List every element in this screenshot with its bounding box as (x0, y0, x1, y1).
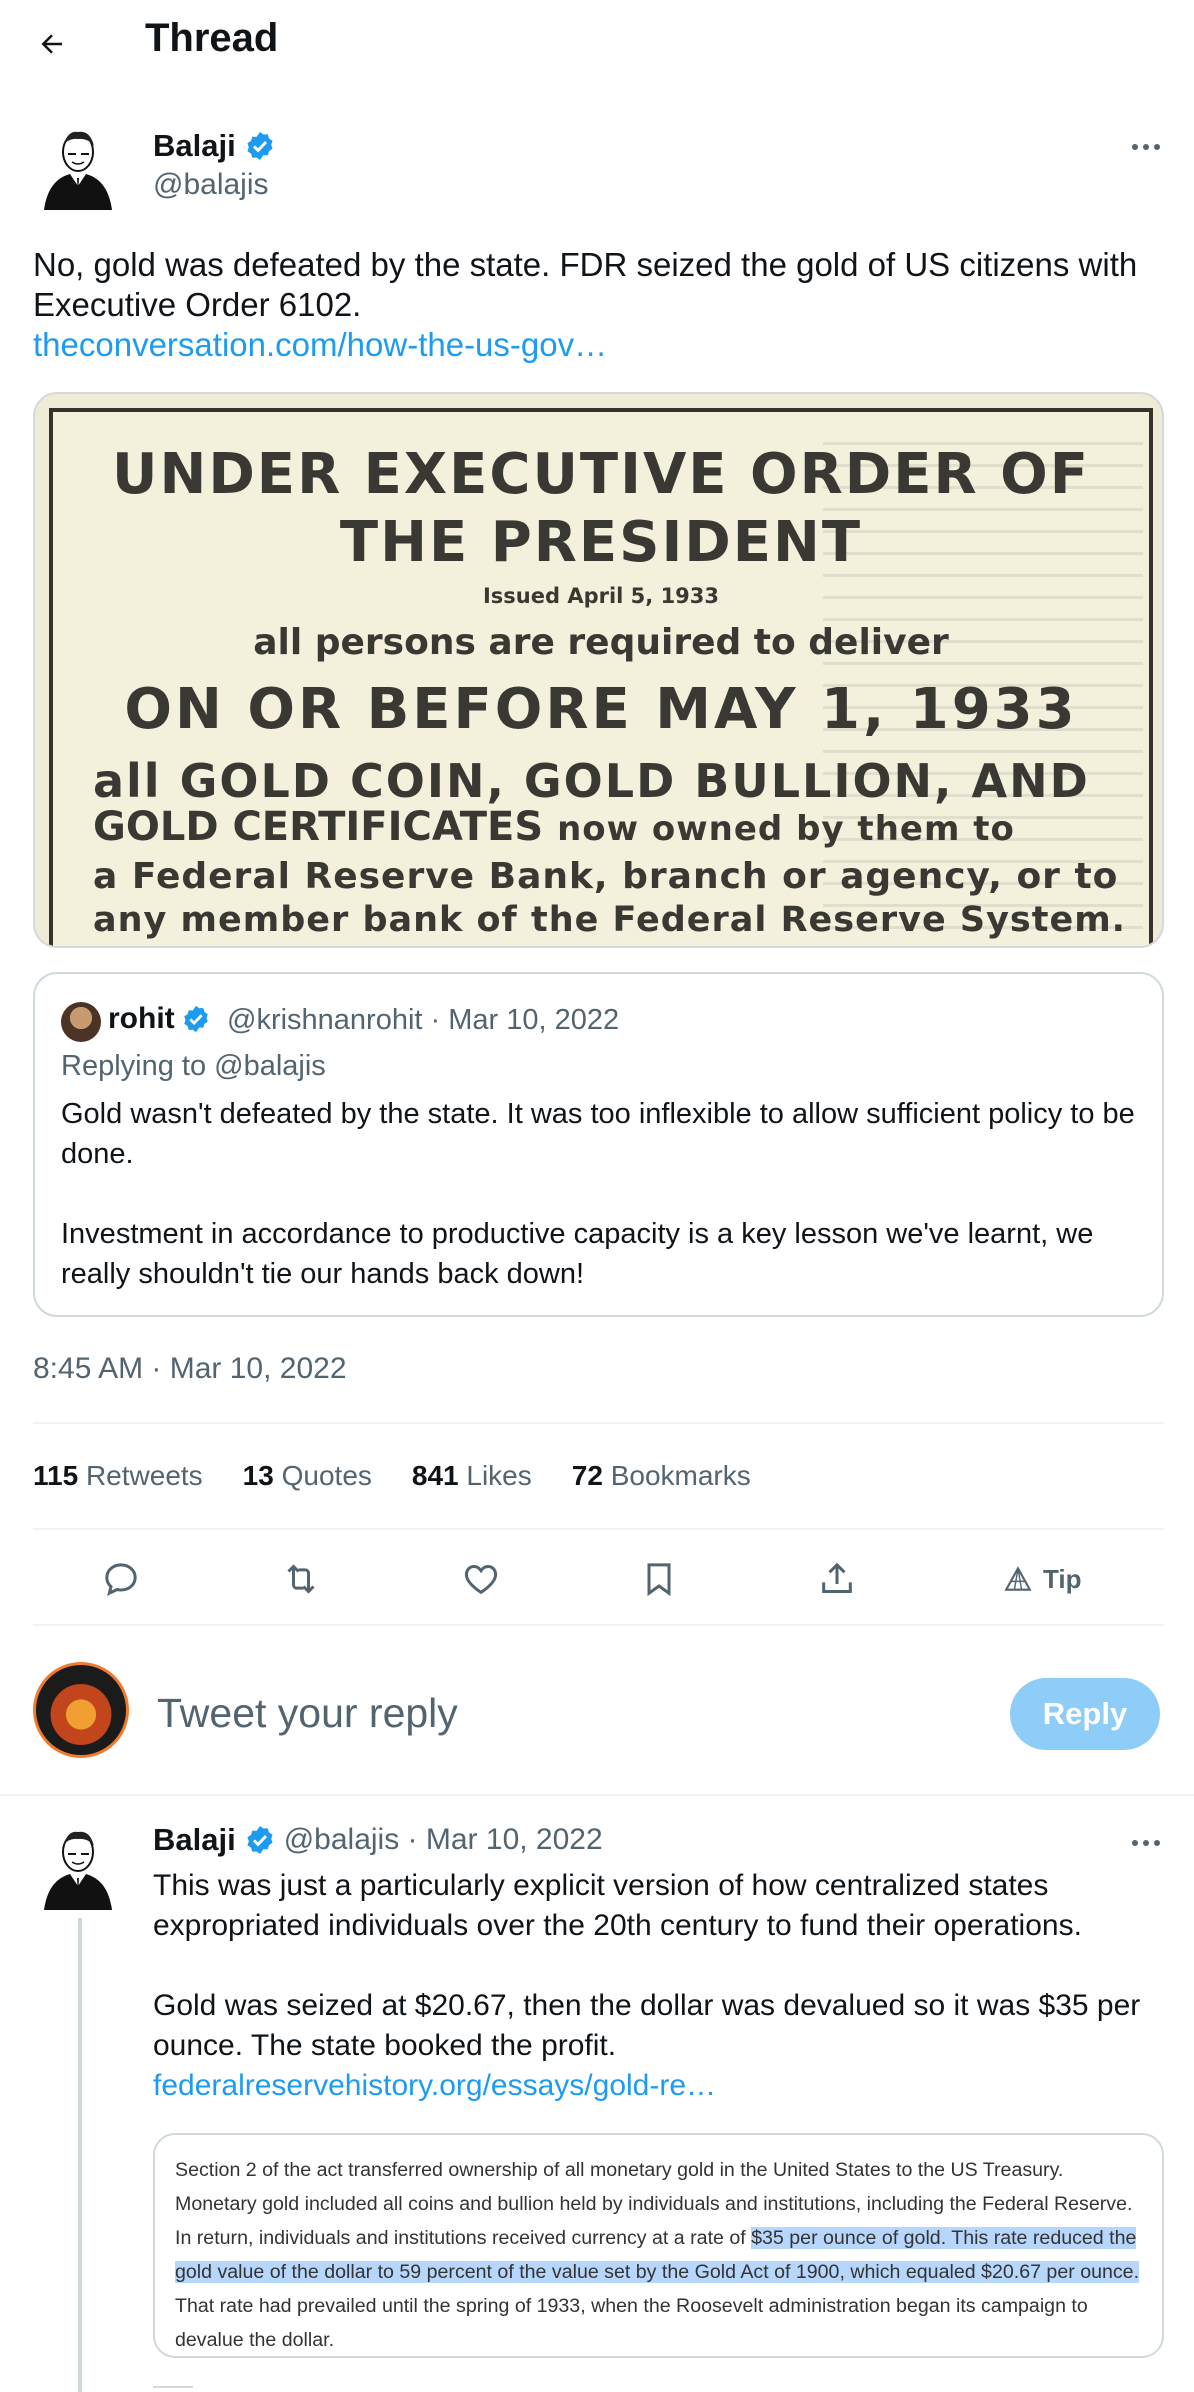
reply-image-excerpt[interactable]: Section 2 of the act transferred ownersh… (153, 2133, 1164, 2358)
quote-paragraph: Gold wasn't defeated by the state. It wa… (61, 1098, 1135, 1170)
retweets-label: Retweets (85, 1460, 203, 1491)
image-line: ON OR BEFORE MAY 1, 1933 (124, 677, 1078, 742)
reply-input[interactable]: Tweet your reply (157, 1690, 458, 1737)
verified-badge-icon (247, 1826, 273, 1854)
image-line: all persons are required to deliver (253, 622, 949, 663)
reply-author-name[interactable]: Balaji (153, 1822, 236, 1858)
reply-paragraph: This was just a particularly explicit ve… (153, 1869, 1082, 1942)
excerpt-part: That rate had prevailed until the spring… (175, 2295, 1088, 2351)
share-icon (822, 1562, 852, 1593)
bookmark-icon (647, 1563, 671, 1597)
next-item-hint (153, 2386, 193, 2392)
image-line: a Federal Reserve Bank, branch or agency… (93, 856, 1119, 897)
divider (33, 1528, 1164, 1530)
quote-author-name: rohit (108, 1002, 211, 1036)
engagement-stats: 115 Retweets 13 Quotes 841 Likes 72 Book… (33, 1460, 791, 1492)
tweet-actions: Tip (33, 1545, 1164, 1615)
retweet-icon (287, 1564, 315, 1594)
verified-badge-icon (247, 132, 273, 160)
verified-badge-icon (183, 1005, 208, 1033)
reply-meta[interactable]: @balajis · Mar 10, 2022 (284, 1823, 603, 1857)
more-dots-icon (1132, 144, 1138, 150)
divider (33, 1624, 1164, 1626)
image-line: GOLD CERTIFICATES now owned by them to (93, 804, 1015, 850)
author-name[interactable]: Balaji (153, 128, 276, 164)
retweets-count: 115 (33, 1460, 79, 1491)
tip-button[interactable]: Tip (1003, 1557, 1082, 1601)
current-user-avatar[interactable] (33, 1662, 129, 1758)
quote-avatar (61, 1002, 101, 1042)
page-title: Thread (145, 16, 279, 60)
likes-stat[interactable]: 841 Likes (412, 1460, 532, 1492)
tweet-text: No, gold was defeated by the state. FDR … (33, 246, 1138, 323)
image-line: Issued April 5, 1933 (482, 584, 720, 608)
quote-text: Gold wasn't defeated by the state. It wa… (61, 1094, 1141, 1334)
share-action[interactable] (815, 1557, 859, 1601)
reply-button[interactable]: Reply (1010, 1678, 1160, 1750)
image-line: THE PRESIDENT (339, 510, 863, 575)
back-button[interactable] (30, 22, 74, 66)
quotes-count: 13 (242, 1460, 274, 1491)
tweet-link[interactable]: theconversation.com/how-the-us-gov… (33, 325, 607, 365)
quotes-label: Quotes (281, 1460, 372, 1491)
bookmarks-stat[interactable]: 72 Bookmarks (572, 1460, 751, 1492)
excerpt-text: Section 2 of the act transferred ownersh… (175, 2153, 1150, 2357)
like-action[interactable] (459, 1557, 503, 1601)
reply-action[interactable] (99, 1557, 143, 1601)
bookmarks-count: 72 (571, 1460, 603, 1491)
more-dots-icon (1132, 1840, 1138, 1846)
image-line: UNDER EXECUTIVE ORDER OF (111, 442, 1090, 507)
quoted-tweet[interactable]: rohit @krishnanrohit · Mar 10, 2022 Repl… (33, 972, 1164, 1317)
quote-paragraph: Investment in accordance to productive c… (61, 1218, 1094, 1290)
section-divider (0, 1794, 1194, 1796)
portrait-sketch-icon (44, 1831, 112, 1910)
quote-author-name-text: rohit (108, 1002, 175, 1035)
portrait-sketch-icon (44, 131, 112, 210)
reply-link[interactable]: federalreservehistory.org/essays/gold-re… (153, 2066, 716, 2106)
likes-label: Likes (466, 1460, 532, 1491)
retweet-action[interactable] (279, 1557, 323, 1601)
newspaper-clipping: UNDER EXECUTIVE ORDER OF THE PRESIDENT I… (49, 408, 1153, 946)
arrow-left-icon (41, 34, 62, 54)
thread-header: Thread (0, 0, 1194, 84)
divider (33, 1422, 1164, 1424)
image-line-part: GOLD CERTIFICATES (93, 804, 544, 850)
reply-author-avatar[interactable] (38, 1822, 118, 1910)
more-options-button[interactable] (1124, 132, 1168, 162)
bookmarks-label: Bookmarks (610, 1460, 751, 1491)
reply-paragraph: Gold was seized at $20.67, then the doll… (153, 1989, 1141, 2062)
thread-connector-line (78, 1918, 82, 2392)
tip-icon (1004, 1566, 1032, 1591)
bookmark-action[interactable] (637, 1557, 681, 1601)
heart-icon (464, 1564, 498, 1595)
author-avatar[interactable] (38, 122, 118, 210)
tweet-timestamp[interactable]: 8:45 AM · Mar 10, 2022 (33, 1352, 347, 1386)
tweet-image[interactable]: UNDER EXECUTIVE ORDER OF THE PRESIDENT I… (33, 392, 1164, 948)
quotes-stat[interactable]: 13 Quotes (243, 1460, 372, 1492)
image-line-part: now owned by them to (557, 809, 1015, 849)
reply-more-options-button[interactable] (1124, 1828, 1168, 1858)
quote-meta: @krishnanrohit · Mar 10, 2022 (227, 1004, 620, 1036)
image-line: any member bank of the Federal Reserve S… (93, 900, 1126, 940)
author-name-text: Balaji (153, 128, 236, 163)
likes-count: 841 (411, 1460, 459, 1491)
reply-icon (105, 1563, 137, 1596)
tip-label: Tip (1043, 1563, 1082, 1594)
image-line: all GOLD COIN, GOLD BULLION, AND (93, 754, 1090, 808)
reply-tweet-header: Balaji @balajis · Mar 10, 2022 (153, 1822, 603, 1858)
author-handle[interactable]: @balajis (153, 168, 269, 202)
quote-replying-to: Replying to @balajis (61, 1050, 326, 1082)
retweets-stat[interactable]: 115 Retweets (33, 1460, 203, 1492)
